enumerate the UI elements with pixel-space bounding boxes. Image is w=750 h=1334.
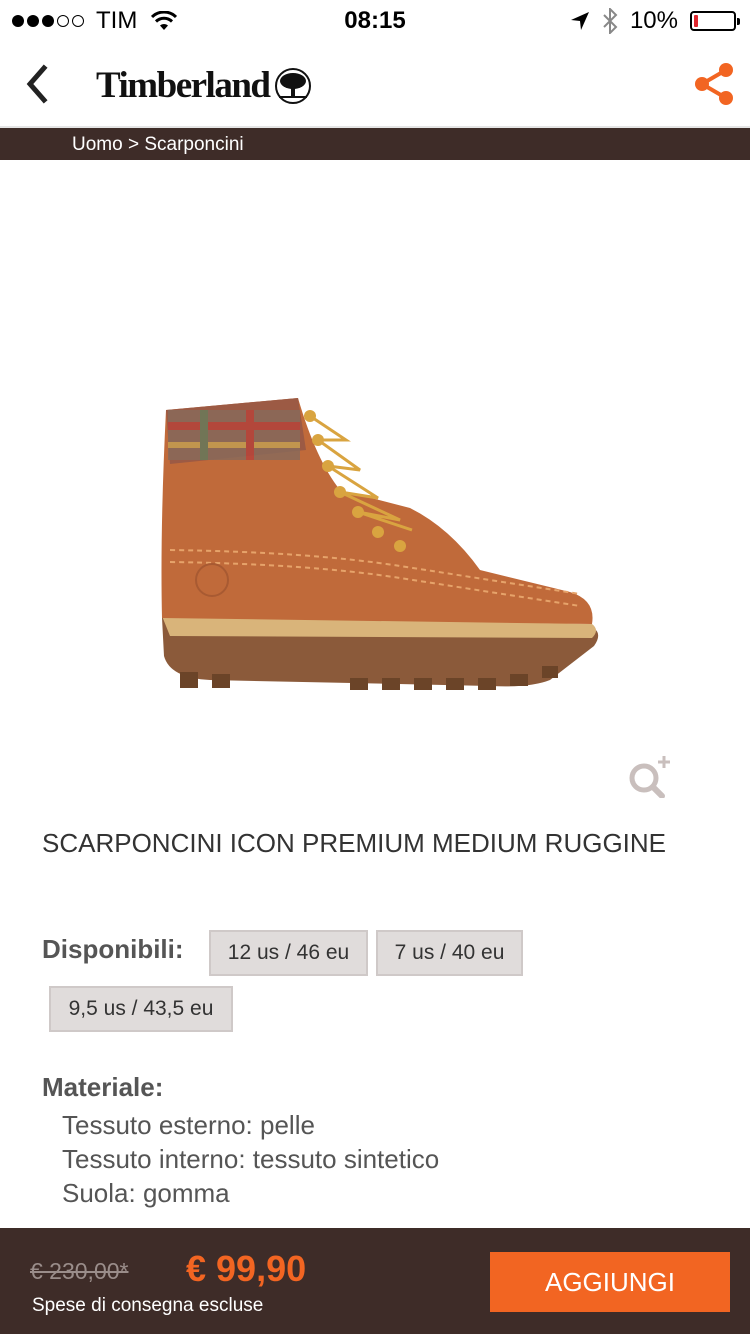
size-option-12us[interactable]: 12 us / 46 eu: [209, 930, 368, 976]
size-option-7us[interactable]: 7 us / 40 eu: [376, 930, 523, 976]
brand-name: Timberland: [96, 65, 271, 106]
sale-price: € 99,90: [186, 1248, 307, 1289]
add-to-cart-button[interactable]: AGGIUNGI: [490, 1252, 730, 1312]
bluetooth-icon: [603, 8, 618, 34]
purchase-bar: € 230,00* € 99,90 Spese di consegna escl…: [0, 1228, 750, 1334]
back-chevron-icon[interactable]: [22, 64, 52, 104]
breadcrumb: Uomo > Scarponcini: [0, 128, 750, 160]
location-arrow-icon: [570, 12, 589, 30]
breadcrumb-separator: >: [127, 134, 140, 155]
original-price: € 230,00*: [30, 1258, 129, 1284]
tree-logo-icon: [275, 67, 312, 104]
shipping-note: Spese di consegna escluse: [32, 1295, 264, 1316]
breadcrumb-subcategory[interactable]: Scarponcini: [144, 134, 243, 155]
battery-icon: [690, 11, 740, 31]
material-inner: Tessuto interno: tessuto sintetico: [62, 1144, 440, 1174]
share-icon[interactable]: [692, 60, 736, 108]
zoom-icon[interactable]: [624, 754, 672, 798]
product-title: SCARPONCINI ICON PREMIUM MEDIUM RUGGINE: [42, 828, 667, 858]
available-sizes-label: Disponibili:: [42, 934, 184, 964]
size-option-9-5us[interactable]: 9,5 us / 43,5 eu: [49, 986, 233, 1032]
brand-logo: Timberland: [96, 64, 313, 107]
battery-percent: 10%: [629, 7, 678, 34]
material-label: Materiale:: [42, 1072, 164, 1102]
product-image[interactable]: [150, 380, 610, 700]
material-outer: Tessuto esterno: pelle: [62, 1110, 315, 1140]
breadcrumb-category[interactable]: Uomo: [72, 134, 123, 155]
app-header: Timberland: [0, 40, 750, 128]
status-bar: TIM 08:15 10%: [0, 0, 750, 40]
material-sole: Suola: gomma: [62, 1178, 230, 1208]
